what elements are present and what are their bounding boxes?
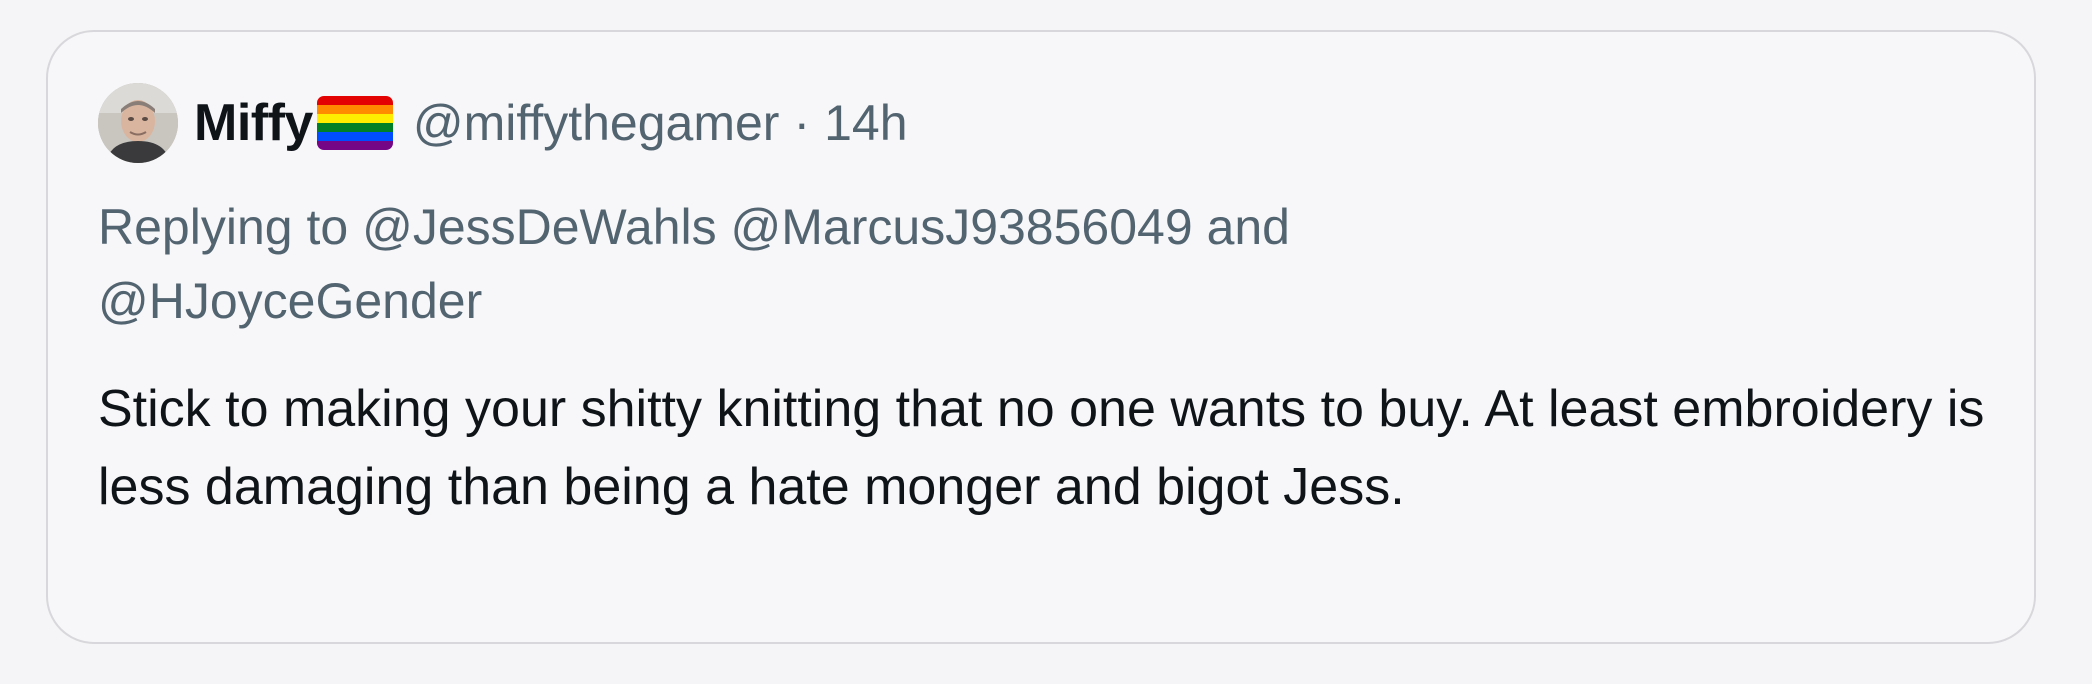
timestamp[interactable]: 14h [824, 94, 907, 152]
rainbow-flag-icon [316, 96, 393, 150]
user-handle[interactable]: @miffythegamer [413, 94, 780, 152]
mention-link[interactable]: @MarcusJ93856049 [731, 199, 1193, 255]
mention-link[interactable]: @JessDeWahls [362, 199, 717, 255]
flag-stripe [316, 105, 393, 114]
flag-stripe [316, 132, 393, 141]
tweet-header: Miffy @miffythegamer · 14h [98, 82, 908, 164]
avatar[interactable] [98, 83, 178, 163]
flag-stripe [316, 141, 393, 150]
flag-stripe [316, 123, 393, 132]
tweet-text: Stick to making your shitty knitting tha… [98, 380, 1985, 516]
flag-stripe [316, 96, 393, 105]
mention-link[interactable]: @HJoyceGender [98, 273, 482, 329]
display-name[interactable]: Miffy [194, 93, 313, 153]
replying-to: Replying to @JessDeWahls @MarcusJ9385604… [98, 190, 1718, 338]
flag-stripe [316, 114, 393, 123]
separator-dot: · [793, 95, 811, 151]
replying-prefix: Replying to [98, 199, 349, 255]
replying-conjunction: and [1206, 199, 1290, 255]
tweet-card[interactable]: Miffy @miffythegamer · 14h Replying to @… [46, 30, 2036, 644]
